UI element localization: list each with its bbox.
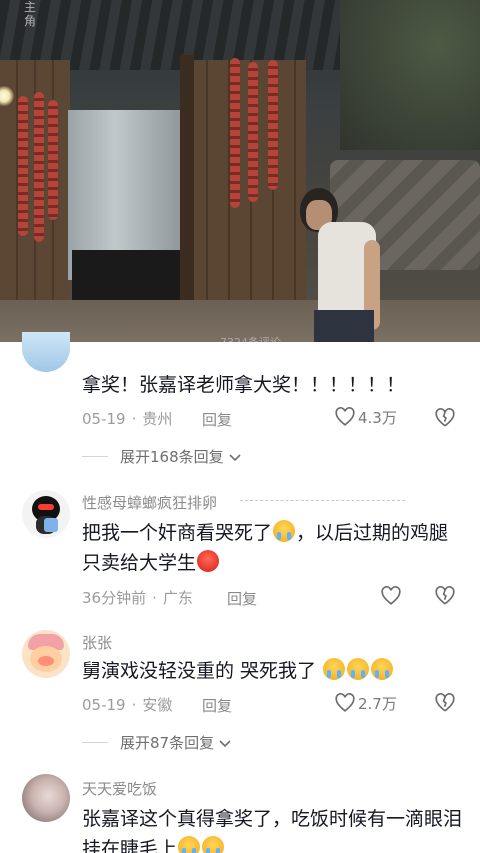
like-button[interactable]: 4.3万 [334, 406, 397, 428]
expand-replies-button[interactable]: 展开168条回复 [82, 446, 243, 467]
angry-emoji-icon [197, 550, 220, 572]
comment-text: 拿奖！张嘉译老师拿大奖！！！！！！ [82, 374, 406, 396]
video-post [180, 55, 194, 342]
video-chili-string [18, 96, 28, 236]
broken-heart-icon [435, 408, 455, 427]
reply-button[interactable]: 回复 [202, 409, 232, 430]
video-chili-string [268, 60, 278, 190]
video-person-legs [314, 310, 374, 342]
username[interactable]: 张张 [82, 632, 112, 653]
chevron-down-icon [219, 739, 231, 747]
dislike-button[interactable] [434, 407, 456, 433]
heart-icon [335, 693, 355, 712]
comment-text: 张嘉译这个真得拿奖了，吃饭时候有一滴眼泪挂在睫毛上 [82, 804, 462, 853]
crying-emoji-icon [347, 658, 370, 680]
video-watermark-top: 主角 [24, 0, 37, 28]
crying-emoji-icon [178, 836, 201, 853]
meta-separator: · [131, 409, 137, 428]
crying-emoji-icon [323, 658, 346, 680]
video-door [186, 60, 306, 310]
comment-text-part: 把我一个奸商看哭死了 [82, 522, 273, 544]
video-player[interactable]: 主角 7324条评论 [0, 0, 480, 342]
comment-meta: 36分钟前 · 广东 [82, 587, 193, 608]
comment-date: 05-19 [82, 695, 126, 714]
dislike-button[interactable] [434, 585, 456, 611]
dislike-button[interactable] [434, 692, 456, 718]
reply-button[interactable]: 回复 [202, 695, 232, 716]
broken-heart-icon [435, 693, 455, 712]
comment-meta: 05-19 · 贵州 [82, 408, 172, 429]
comment-text: 把我一个奸商看哭死了 ，以后过期的鸡腿只卖给大学生 [82, 518, 462, 578]
username-truncation [240, 500, 405, 501]
comment-date: 05-19 [82, 409, 126, 428]
like-count: 4.3万 [358, 408, 397, 427]
comment-count-label: 7324条评论 [220, 334, 281, 342]
crying-emoji-icon [371, 658, 394, 680]
video-background-hill [340, 0, 480, 150]
reply-button[interactable]: 回复 [227, 588, 257, 609]
chevron-down-icon [229, 453, 241, 461]
username[interactable]: 天天爱吃饭 [82, 778, 157, 799]
comment-location: 贵州 [142, 410, 173, 428]
video-chili-string [248, 62, 258, 202]
avatar[interactable] [22, 630, 70, 678]
video-chili-string [34, 92, 44, 242]
crying-emoji-icon [202, 836, 225, 853]
like-button[interactable]: 2.7万 [334, 692, 397, 714]
expand-label: 展开87条回复 [120, 734, 215, 752]
comment-date: 36分钟前 [82, 589, 147, 607]
expand-replies-button[interactable]: 展开87条回复 [82, 732, 233, 753]
comment-meta: 05-19 · 安徽 [82, 694, 172, 715]
avatar[interactable] [22, 774, 70, 822]
username[interactable]: 性感母蟑螂疯狂排卵 [82, 492, 402, 513]
broken-heart-icon [435, 586, 455, 605]
video-chili-string [48, 100, 58, 220]
video-chili-string [230, 58, 240, 208]
heart-icon [335, 407, 355, 426]
expand-divider [82, 456, 108, 457]
heart-icon [381, 586, 401, 605]
crying-emoji-icon [273, 520, 296, 542]
expand-divider [82, 742, 108, 743]
avatar[interactable] [22, 332, 70, 372]
comment-text-part: 舅演戏没轻没重的 哭死我了 [82, 660, 317, 682]
like-button[interactable] [380, 585, 404, 607]
comment-text: 舅演戏没轻没重的 哭死我了 [82, 656, 462, 686]
expand-label: 展开168条回复 [120, 448, 224, 466]
comment-location: 安徽 [142, 696, 173, 714]
comment-text-part: 张嘉译这个真得拿奖了，吃饭时候有一滴眼泪挂在睫毛上 [82, 808, 463, 853]
meta-separator: · [152, 588, 157, 607]
comment-list[interactable]: 拿奖！张嘉译老师拿大奖！！！！！！ 05-19 · 贵州 回复 4.3万 展开1… [0, 332, 480, 853]
like-count: 2.7万 [358, 694, 397, 713]
avatar[interactable] [22, 490, 70, 538]
meta-separator: · [131, 695, 137, 714]
comment-location: 广东 [162, 589, 193, 607]
